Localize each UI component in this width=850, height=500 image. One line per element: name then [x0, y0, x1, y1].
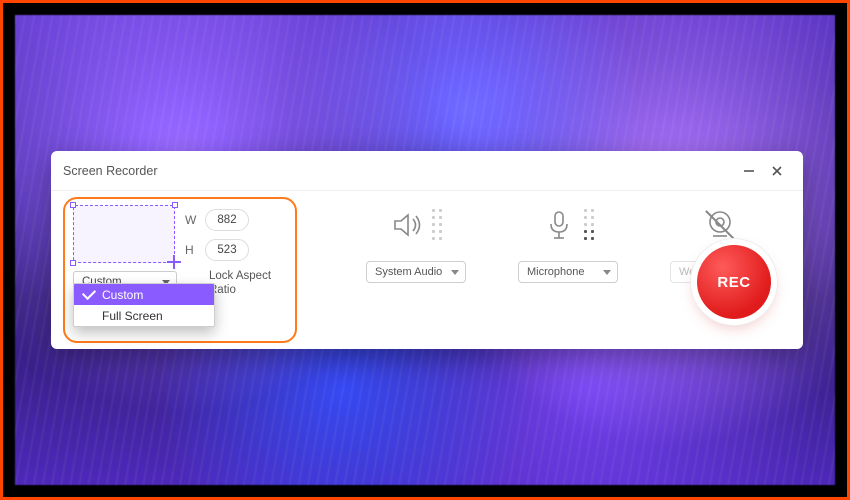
- microphone-select-label: Microphone: [527, 266, 584, 278]
- height-input[interactable]: [205, 239, 249, 261]
- audio-level-meter: [432, 209, 443, 241]
- microphone-select[interactable]: Microphone: [518, 261, 618, 283]
- webcam-off-icon[interactable]: [703, 203, 737, 247]
- width-input[interactable]: [205, 209, 249, 231]
- microphone-icon[interactable]: [542, 203, 595, 247]
- record-button-label: REC: [717, 274, 750, 291]
- height-label: H: [185, 243, 197, 257]
- dropdown-option-label: Full Screen: [102, 309, 163, 323]
- dropdown-option-custom[interactable]: Custom: [74, 284, 214, 305]
- dropdown-option-label: Custom: [102, 288, 143, 302]
- minimize-button[interactable]: [735, 157, 763, 185]
- minimize-icon: [743, 165, 755, 177]
- close-button[interactable]: [763, 157, 791, 185]
- mic-level-meter: [584, 209, 595, 241]
- dropdown-option-fullscreen[interactable]: Full Screen: [74, 305, 214, 326]
- width-row: W: [185, 209, 249, 231]
- record-button[interactable]: REC: [697, 245, 771, 319]
- system-audio-select-label: System Audio: [375, 266, 442, 278]
- width-label: W: [185, 213, 197, 227]
- microphone-control: Microphone: [513, 203, 623, 283]
- close-icon: [771, 165, 783, 177]
- chevron-down-icon: [603, 270, 611, 275]
- resize-handle-tl[interactable]: [70, 202, 76, 208]
- titlebar: Screen Recorder: [51, 151, 803, 191]
- system-audio-control: System Audio: [361, 203, 471, 283]
- height-row: H: [185, 239, 249, 261]
- app-frame: Screen Recorder W: [0, 0, 850, 500]
- capture-mode-dropdown: Custom Full Screen: [73, 283, 215, 327]
- capture-region-preview[interactable]: [73, 205, 175, 263]
- speaker-icon[interactable]: [390, 203, 443, 247]
- move-handle-icon[interactable]: [167, 255, 181, 269]
- window-title: Screen Recorder: [63, 164, 158, 178]
- resize-handle-tr[interactable]: [172, 202, 178, 208]
- resize-handle-bl[interactable]: [70, 260, 76, 266]
- chevron-down-icon: [451, 270, 459, 275]
- lock-aspect-ratio-label: Lock Aspect Ratio: [209, 269, 279, 298]
- system-audio-select[interactable]: System Audio: [366, 261, 466, 283]
